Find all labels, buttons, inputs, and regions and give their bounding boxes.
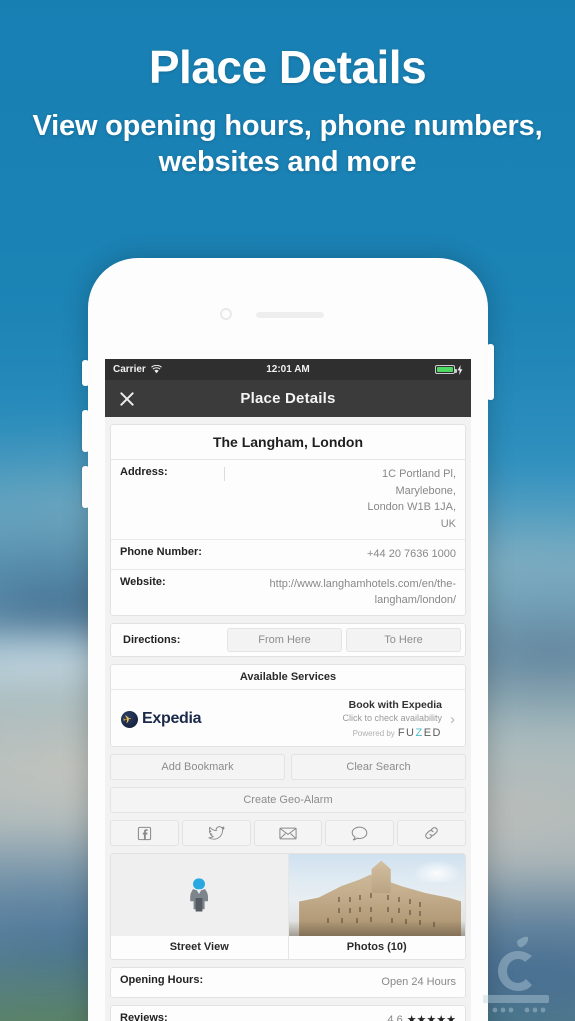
nav-bar: Place Details	[105, 380, 471, 417]
powered-by-label: Powered by	[352, 728, 395, 738]
share-email-button[interactable]	[253, 820, 323, 847]
clear-search-button[interactable]: Clear Search	[291, 754, 466, 781]
website-value[interactable]: http://www.langhamhotels.com/en/the-lang…	[221, 576, 456, 609]
opening-hours-card[interactable]: Opening Hours: Open 24 Hours	[110, 967, 466, 998]
volume-up-button[interactable]	[82, 410, 89, 452]
message-icon	[351, 826, 368, 840]
address-row: Address: 1C Portland Pl, Marylebone, Lon…	[111, 460, 465, 540]
mute-switch[interactable]	[82, 360, 89, 386]
link-icon	[425, 827, 438, 839]
street-view-label: Street View	[169, 941, 229, 954]
sibche-store-watermark	[483, 936, 549, 1013]
phone-device: Carrier 12:01 AM Place Details The Langh…	[82, 258, 494, 1021]
volume-down-button[interactable]	[82, 466, 89, 508]
photos-thumbnail	[288, 854, 465, 937]
directions-label: Directions:	[123, 634, 181, 647]
front-camera-icon	[220, 308, 232, 320]
opening-hours-value: Open 24 Hours	[381, 976, 456, 989]
facebook-icon	[137, 826, 151, 840]
share-button-row	[110, 820, 466, 847]
promo-subtitle: View opening hours, phone numbers, websi…	[32, 109, 543, 179]
phone-row[interactable]: Phone Number: +44 20 7636 1000	[111, 540, 465, 570]
share-link-button[interactable]	[397, 820, 466, 847]
pegman-icon	[190, 878, 209, 912]
close-icon[interactable]	[117, 389, 137, 409]
status-time: 12:01 AM	[266, 364, 310, 375]
email-icon	[279, 827, 297, 839]
available-services-card: Available Services ✈ Expedia Book with E…	[110, 664, 466, 748]
reviews-card[interactable]: Reviews: 4.6 ★★★★★	[110, 1004, 466, 1021]
twitter-icon	[208, 825, 225, 840]
available-services-heading: Available Services	[111, 665, 465, 691]
expedia-cta-text: Book with Expedia Click to check availab…	[342, 699, 442, 739]
add-bookmark-button[interactable]: Add Bookmark	[110, 754, 285, 781]
place-name: The Langham, London	[111, 425, 465, 460]
expedia-cta-subtitle: Click to check availability	[342, 713, 442, 724]
rating-stars: ★★★★★	[406, 1013, 456, 1021]
directions-card: Directions: From Here To Here	[110, 623, 466, 658]
address-divider	[224, 467, 225, 481]
promo-headline: Place Details View opening hours, phone …	[0, 41, 575, 181]
chevron-right-icon[interactable]: ›	[450, 711, 455, 728]
directions-to-here-button[interactable]: To Here	[346, 628, 461, 653]
phone-value[interactable]: +44 20 7636 1000	[353, 546, 456, 563]
expedia-plane-icon: ✈	[121, 710, 138, 728]
street-view-thumbnail	[111, 854, 288, 937]
expedia-logo: ✈ Expedia	[121, 710, 202, 728]
place-details-content: The Langham, London Address: 1C Portland…	[105, 417, 471, 1021]
fuzed-wordmark: FUZED	[397, 727, 442, 740]
place-info-card: The Langham, London Address: 1C Portland…	[110, 424, 466, 617]
reviews-value-group: 4.6 ★★★★★	[373, 1012, 456, 1021]
address-value: 1C Portland Pl, Marylebone, London W1B 1…	[367, 468, 456, 531]
geo-alarm-button-row: Create Geo-Alarm	[110, 787, 466, 814]
rating-number: 4.6	[387, 1013, 403, 1021]
battery-icon	[435, 365, 457, 374]
earpiece-speaker	[256, 312, 324, 318]
opening-hours-row: Opening Hours: Open 24 Hours	[111, 968, 465, 997]
photos-tile[interactable]: Photos (10)	[288, 854, 465, 959]
share-message-button[interactable]	[325, 820, 395, 847]
promo-title: Place Details	[148, 41, 427, 93]
share-facebook-button[interactable]	[110, 820, 179, 847]
photos-label: Photos (10)	[346, 941, 407, 954]
street-view-tile[interactable]: Street View	[111, 854, 289, 960]
create-geo-alarm-button[interactable]: Create Geo-Alarm	[110, 787, 466, 814]
opening-hours-label: Opening Hours:	[120, 974, 204, 987]
address-label: Address:	[120, 466, 168, 478]
share-twitter-button[interactable]	[181, 820, 251, 847]
langham-hotel-photo	[288, 854, 465, 937]
directions-from-here-button[interactable]: From Here	[227, 628, 342, 653]
status-bar: Carrier 12:01 AM	[105, 359, 471, 380]
expedia-service-row[interactable]: ✈ Expedia Book with Expedia Click to che…	[111, 690, 465, 746]
expedia-wordmark: Expedia	[142, 710, 202, 728]
bookmark-search-button-row: Add Bookmark Clear Search	[110, 754, 466, 781]
nav-title: Place Details	[240, 390, 336, 407]
power-button[interactable]	[487, 344, 494, 400]
reviews-label: Reviews:	[120, 1011, 168, 1021]
phone-screen: Carrier 12:01 AM Place Details The Langh…	[105, 359, 471, 1021]
website-label: Website:	[120, 575, 166, 588]
reviews-row: Reviews: 4.6 ★★★★★	[111, 1006, 465, 1021]
powered-by-group: Powered by FUZED	[342, 727, 442, 739]
website-row[interactable]: Website: http://www.langhamhotels.com/en…	[111, 570, 465, 615]
expedia-cta-title: Book with Expedia	[348, 699, 442, 712]
phone-label: Phone Number:	[120, 545, 202, 558]
media-row: Street View Photos (10)	[110, 853, 466, 961]
